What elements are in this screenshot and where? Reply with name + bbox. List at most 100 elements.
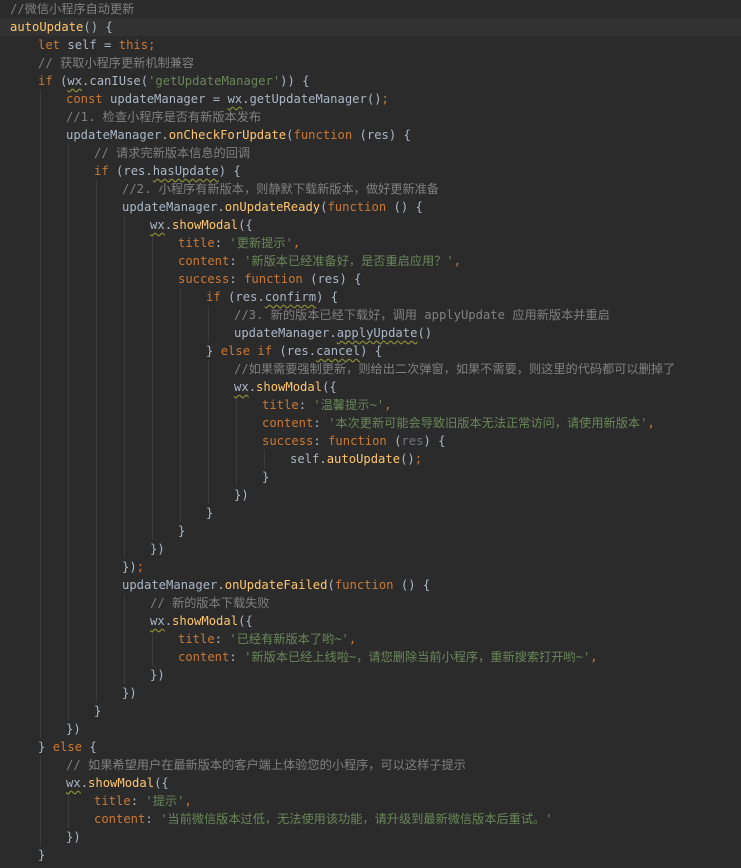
code-token: '新版本已经上线啦~，请您删除当前小程序，重新搜索打开哟~' xyxy=(244,650,591,664)
code-token: wx xyxy=(150,218,165,232)
code-token: title xyxy=(178,632,215,646)
code-line[interactable]: let self = this; xyxy=(0,36,741,54)
code-line[interactable]: autoUpdate() { xyxy=(0,18,741,36)
code-line[interactable]: // 请求完新版本信息的回调 xyxy=(0,144,741,162)
code-line[interactable]: } else { xyxy=(0,738,741,756)
code-line[interactable]: updateManager.onUpdateReady(function () … xyxy=(0,198,741,216)
code-token: //1. 检查小程序是否有新版本发布 xyxy=(66,110,262,124)
code-line[interactable]: }); xyxy=(0,558,741,576)
code-line[interactable]: title: '提示', xyxy=(0,792,741,810)
code-token: success xyxy=(262,434,314,448)
code-line[interactable]: // 获取小程序更新机制兼容 xyxy=(0,54,741,72)
code-token: .canIUse( xyxy=(82,74,149,88)
code-token: self = xyxy=(67,38,119,52)
code-line[interactable]: //1. 检查小程序是否有新版本发布 xyxy=(0,108,741,126)
code-line[interactable]: title: '更新提示', xyxy=(0,234,741,252)
code-line[interactable]: content: '新版本已经准备好，是否重启应用？', xyxy=(0,252,741,270)
code-token: self. xyxy=(290,452,327,466)
code-line[interactable]: title: '温馨提示~', xyxy=(0,396,741,414)
code-token: }) xyxy=(66,830,81,844)
code-token: wx xyxy=(67,74,83,88)
code-token: , xyxy=(184,794,192,808)
code-token: updateManager. xyxy=(122,200,225,214)
code-token: } xyxy=(178,524,186,538)
code-line[interactable]: } xyxy=(0,504,741,522)
code-line[interactable]: content: '本次更新可能会导致旧版本无法正常访问，请使用新版本', xyxy=(0,414,741,432)
code-line[interactable]: if (res.confirm) { xyxy=(0,288,741,306)
code-token: onUpdateReady xyxy=(224,200,321,214)
code-token: { xyxy=(89,740,97,754)
code-token: // 新的版本下载失败 xyxy=(150,596,270,610)
code-token: applyUpdate xyxy=(336,326,418,340)
code-token: } xyxy=(206,506,214,520)
code-line[interactable]: //3. 新的版本已经下载好，调用 applyUpdate 应用新版本并重启 xyxy=(0,306,741,324)
code-editor[interactable]: //微信小程序自动更新 autoUpdate() {let self = this… xyxy=(0,0,741,868)
code-token: if xyxy=(38,74,61,88)
code-line[interactable]: success: function (res) { xyxy=(0,270,741,288)
code-token: (res. xyxy=(116,164,153,178)
code-line[interactable]: updateManager.onCheckForUpdate(function … xyxy=(0,126,741,144)
code-line[interactable]: self.autoUpdate(); xyxy=(0,450,741,468)
code-token: }) xyxy=(150,542,165,556)
code-token: title xyxy=(262,398,299,412)
code-line[interactable]: // 如果希望用户在最新版本的客户端上体验您的小程序，可以这样子提示 xyxy=(0,756,741,774)
code-line[interactable]: updateManager.applyUpdate() xyxy=(0,324,741,342)
code-token: )) { xyxy=(280,74,310,88)
code-line[interactable]: wx.showModal({ xyxy=(0,612,741,630)
code-token: showModal xyxy=(88,776,155,790)
code-line[interactable]: //2. 小程序有新版本，则静默下载新版本，做好更新准备 xyxy=(0,180,741,198)
code-line[interactable]: }) xyxy=(0,684,741,702)
code-token: //3. 新的版本已经下载好，调用 applyUpdate 应用新版本并重启 xyxy=(234,308,610,322)
code-token: content xyxy=(94,812,146,826)
code-token: ({ xyxy=(238,614,253,628)
code-line[interactable]: content: '当前微信版本过低，无法使用该功能，请升级到最新微信版本后重试… xyxy=(0,810,741,828)
code-token: wx xyxy=(234,380,249,394)
code-line[interactable]: if (res.hasUpdate) { xyxy=(0,162,741,180)
code-line[interactable]: }) xyxy=(0,540,741,558)
code-line[interactable]: } xyxy=(0,522,741,540)
code-line[interactable]: const updateManager = wx.getUpdateManage… xyxy=(0,90,741,108)
code-token: else xyxy=(52,740,90,754)
code-line[interactable]: wx.showModal({ xyxy=(0,774,741,792)
code-token: ; xyxy=(414,452,423,466)
code-token: onCheckForUpdate xyxy=(168,128,287,142)
code-line[interactable]: }) xyxy=(0,720,741,738)
code-line[interactable]: } xyxy=(0,846,741,864)
code-line[interactable]: } xyxy=(0,702,741,720)
code-line[interactable]: //如果需要强制更新，则给出二次弹窗，如果不需要，则这里的代码都可以删掉了 xyxy=(0,360,741,378)
code-line[interactable]: }) xyxy=(0,666,741,684)
code-token: '已经有新版本了哟~' xyxy=(229,632,349,646)
code-token: ) { xyxy=(360,344,383,358)
code-token: (res. xyxy=(228,290,265,304)
code-token: // 请求完新版本信息的回调 xyxy=(94,146,251,160)
code-line[interactable]: } xyxy=(0,468,741,486)
code-token: , xyxy=(384,398,392,412)
code-token: . xyxy=(80,776,89,790)
code-token: updateManager = xyxy=(110,92,228,106)
code-token: updateManager. xyxy=(66,128,169,142)
code-token: let xyxy=(38,38,68,52)
code-line[interactable]: content: '新版本已经上线啦~，请您删除当前小程序，重新搜索打开哟~', xyxy=(0,648,741,666)
code-line[interactable]: wx.showModal({ xyxy=(0,378,741,396)
code-token: //如果需要强制更新，则给出二次弹窗，如果不需要，则这里的代码都可以删掉了 xyxy=(234,362,676,376)
code-line[interactable]: title: '已经有新版本了哟~', xyxy=(0,630,741,648)
code-line[interactable]: success: function (res) { xyxy=(0,432,741,450)
code-token: '提示' xyxy=(145,794,185,808)
code-line[interactable]: if (wx.canIUse('getUpdateManager')) { xyxy=(0,72,741,90)
code-token: this xyxy=(118,38,149,52)
code-token: : xyxy=(130,794,146,808)
code-line[interactable]: } else if (res.cancel) { xyxy=(0,342,741,360)
code-line[interactable]: //微信小程序自动更新 xyxy=(0,0,741,18)
code-line[interactable]: }) xyxy=(0,486,741,504)
code-token: (res) { xyxy=(359,128,411,142)
code-line[interactable]: // 新的版本下载失败 xyxy=(0,594,741,612)
code-token: () { xyxy=(83,20,113,34)
code-token: }) xyxy=(66,722,81,736)
code-token: () xyxy=(417,326,433,340)
code-line[interactable]: wx.showModal({ xyxy=(0,216,741,234)
code-token: } xyxy=(38,848,46,862)
code-line[interactable]: updateManager.onUpdateFailed(function ()… xyxy=(0,576,741,594)
code-token: ; xyxy=(148,38,156,52)
code-line[interactable]: }) xyxy=(0,828,741,846)
code-token: : xyxy=(229,254,245,268)
